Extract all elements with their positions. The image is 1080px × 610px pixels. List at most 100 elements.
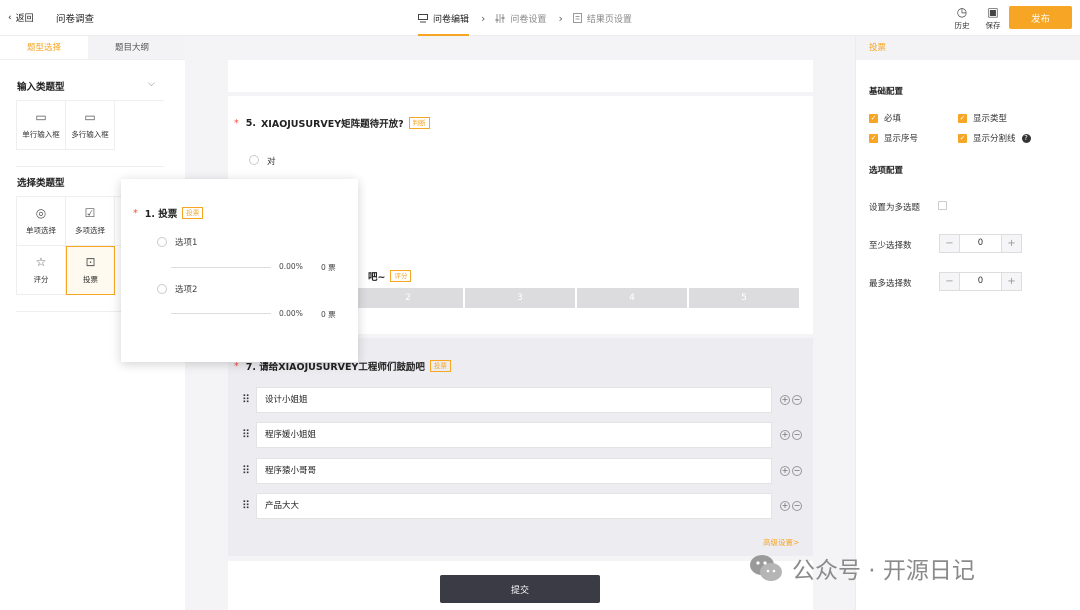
checkbox-icon: ☑ <box>84 205 96 220</box>
save-button[interactable]: ▣ 保存 <box>982 5 1004 31</box>
type-single-line-input[interactable]: ▭ 单行输入框 <box>17 101 66 150</box>
drag-handle-icon[interactable]: ⠿ <box>242 429 250 440</box>
decrement-button[interactable]: − <box>940 235 959 252</box>
chevron-right-icon: › <box>558 11 563 25</box>
help-icon[interactable]: ? <box>1021 133 1031 143</box>
type-multi-choice[interactable]: ☑ 多项选择 <box>66 197 115 246</box>
checkbox-show-divider[interactable]: ✓ 显示分割线 ? <box>958 132 1031 144</box>
check-icon: ✓ <box>958 133 967 143</box>
option-row: ⠿ 设计小姐姐 + − <box>242 387 802 413</box>
preview-option: 选项1 <box>175 238 198 248</box>
add-option-icon[interactable]: + <box>780 466 790 476</box>
preview-title-text: 1. 投票 <box>144 209 178 220</box>
vote-percent: 0.00% <box>279 309 303 318</box>
remove-option-icon[interactable]: − <box>792 501 802 511</box>
step-edit[interactable]: 问卷编辑 <box>418 0 470 36</box>
doc-icon <box>572 13 582 23</box>
type-label: 投票 <box>83 275 98 284</box>
option-input[interactable]: 产品大大 <box>256 493 772 519</box>
question-5-number: 5. <box>245 117 256 129</box>
advanced-settings-link[interactable]: 高级设置> <box>763 537 799 548</box>
add-option-icon[interactable]: + <box>780 395 790 405</box>
score-option[interactable]: 3 <box>465 288 575 308</box>
question-5-title: * 5. XIAOJUSURVEY矩阵题待开放? 判断 <box>234 116 430 130</box>
remove-option-icon[interactable]: − <box>792 466 802 476</box>
option-input[interactable]: 程序媛小姐姐 <box>256 422 772 448</box>
chevron-right-icon: › <box>481 11 486 25</box>
score-option[interactable]: 5 <box>689 288 799 308</box>
increment-button[interactable]: + <box>1002 235 1021 252</box>
option-row: ⠿ 程序媛小姐姐 + − <box>242 422 802 448</box>
radio-icon[interactable] <box>249 155 259 165</box>
stepper-value[interactable]: 0 <box>959 235 1002 252</box>
publish-button[interactable]: 发布 <box>1009 6 1072 29</box>
remove-option-icon[interactable]: − <box>792 430 802 440</box>
tab-outline[interactable]: 题目大纲 <box>88 36 176 59</box>
question-type-tag: 评分 <box>390 270 412 282</box>
radio-icon <box>157 284 167 294</box>
checkbox-required[interactable]: ✓ 必填 <box>869 112 901 124</box>
submit-button[interactable]: 提交 <box>440 575 600 603</box>
history-button[interactable]: ◷ 历史 <box>951 5 973 31</box>
vote-count: 0 票 <box>321 263 336 272</box>
back-label: 返回 <box>15 14 34 24</box>
drag-handle-icon[interactable]: ⠿ <box>242 394 250 405</box>
option-label: 对 <box>267 157 276 167</box>
min-select-stepper[interactable]: − 0 + <box>939 234 1022 253</box>
step-result[interactable]: 结果页设置 <box>572 0 632 36</box>
tab-question-types[interactable]: 题型选择 <box>0 36 88 59</box>
top-header: ‹ 返回 问卷调查 问卷编辑 › 问卷设置 › 结果页设置 ◷ 历史 ▣ 保存 … <box>0 0 1080 36</box>
type-rating[interactable]: ☆ 评分 <box>17 246 66 295</box>
question-6-title: 吧~ 评分 <box>368 269 412 283</box>
vote-percent: 0.00% <box>279 262 303 271</box>
checkbox-label: 显示类型 <box>973 114 1008 124</box>
add-option-icon[interactable]: + <box>780 430 790 440</box>
wechat-logo-icon <box>750 555 782 581</box>
vote-count: 0 票 <box>321 310 336 319</box>
remove-option-icon[interactable]: − <box>792 395 802 405</box>
type-multi-line-input[interactable]: ▭ 多行输入框 <box>66 101 115 150</box>
option-input[interactable]: 设计小姐姐 <box>256 387 772 413</box>
multi-select-checkbox[interactable] <box>938 201 947 210</box>
max-select-stepper[interactable]: − 0 + <box>939 272 1022 291</box>
right-panel-header: 投票 <box>856 36 1080 60</box>
stepper-value[interactable]: 0 <box>959 273 1002 290</box>
drag-handle-icon[interactable]: ⠿ <box>242 465 250 476</box>
vote-bar <box>171 313 271 314</box>
step-settings[interactable]: 问卷设置 <box>495 0 546 36</box>
score-option[interactable]: 2 <box>353 288 463 308</box>
input-type-grid: ▭ 单行输入框 ▭ 多行输入框 <box>16 100 164 150</box>
preview-option: 选项2 <box>175 285 198 295</box>
add-option-icon[interactable]: + <box>780 501 790 511</box>
textarea-icon: ▭ <box>84 109 96 124</box>
preview-title: * 1. 投票 投票 <box>133 206 204 220</box>
section-divider <box>16 166 164 167</box>
question-card-7[interactable]: * 7. 请给XIAOJUSURVEY工程师们鼓励吧 投票 ⠿ 设计小姐姐 + −… <box>228 338 813 556</box>
chevron-down-icon[interactable]: ⌵ <box>148 79 155 89</box>
decrement-button[interactable]: − <box>940 273 959 290</box>
option-input[interactable]: 程序猿小哥哥 <box>256 458 772 484</box>
score-option[interactable]: 4 <box>577 288 687 308</box>
tune-icon <box>495 13 505 23</box>
question-type-tag: 投票 <box>429 360 451 372</box>
option-row: ⠿ 程序猿小哥哥 + − <box>242 458 802 484</box>
question-type-tag: 投票 <box>182 207 204 219</box>
check-icon: ✓ <box>869 113 878 123</box>
required-mark: * <box>133 207 138 219</box>
type-vote[interactable]: ⊡ 投票 <box>66 246 115 295</box>
type-label: 多项选择 <box>75 225 105 235</box>
check-icon: ✓ <box>958 113 967 123</box>
checkbox-label: 显示序号 <box>884 134 919 144</box>
drag-handle-icon[interactable]: ⠿ <box>242 500 250 511</box>
checkbox-show-number[interactable]: ✓ 显示序号 <box>869 132 918 144</box>
left-tabs: 题型选择 题目大纲 <box>0 36 185 60</box>
type-label: 评分 <box>33 274 49 284</box>
type-single-choice[interactable]: ◎ 单项选择 <box>17 197 66 246</box>
clock-icon: ◷ <box>956 5 968 19</box>
back-button[interactable]: ‹ 返回 <box>8 11 34 25</box>
question-card-top[interactable] <box>228 60 813 92</box>
increment-button[interactable]: + <box>1002 273 1021 290</box>
checkbox-show-type[interactable]: ✓ 显示类型 <box>958 112 1007 124</box>
radio-icon: ◎ <box>35 205 47 220</box>
checkbox-label: 必填 <box>884 114 902 124</box>
